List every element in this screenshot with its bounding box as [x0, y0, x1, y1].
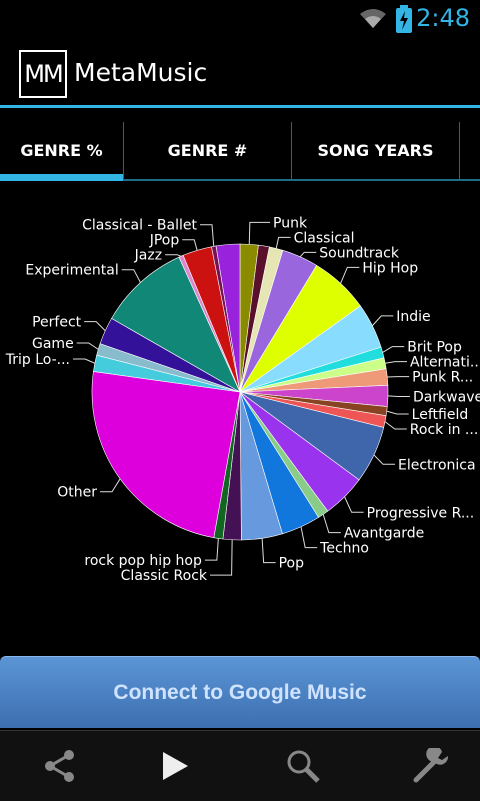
slice-label: Progressive R...	[367, 505, 475, 521]
logo-text: MM	[24, 60, 61, 88]
leader-line	[205, 538, 218, 560]
leader-line	[383, 347, 405, 353]
status-time: 2:48	[416, 4, 470, 32]
slice-label: Hip Hop	[362, 260, 418, 276]
leader-line	[323, 514, 341, 532]
leader-line	[210, 540, 232, 575]
slice-label: Classic Rock	[121, 568, 208, 584]
leader-line	[301, 527, 317, 548]
connect-google-music-button[interactable]: Connect to Google Music	[0, 656, 480, 728]
genre-pie-chart[interactable]: PunkClassicalSoundtrackHip Hop Indie Brit …	[0, 190, 480, 610]
slice-label: Leftfield	[412, 407, 469, 423]
slice-label: Punk	[273, 215, 308, 231]
status-bar: 2:48	[0, 0, 480, 38]
app-logo[interactable]: MM	[19, 50, 67, 98]
tab-genre-percent[interactable]: GENRE %	[0, 122, 123, 179]
slice-label: Brit Pop	[407, 340, 462, 356]
slice-label: Classical	[294, 230, 355, 246]
play-icon	[160, 750, 190, 782]
share-button[interactable]	[0, 731, 120, 801]
slice-label: Electronica	[398, 457, 476, 473]
slice-label: Experimental	[25, 263, 118, 279]
tab-genre-count[interactable]: GENRE #	[124, 122, 291, 179]
leader-line	[385, 422, 407, 429]
slice-label: Rock in ...	[410, 422, 478, 438]
share-icon	[42, 748, 78, 784]
search-icon	[285, 748, 321, 784]
slice-label: Soundtrack	[319, 245, 400, 261]
tab-selected-indicator	[0, 174, 123, 181]
slice-label: JPop	[149, 233, 180, 249]
leader-line	[249, 222, 270, 244]
slice-label: Pop	[279, 556, 305, 572]
slice-label: Trip Lo-...	[5, 352, 70, 368]
leader-line	[182, 240, 197, 251]
play-button[interactable]	[115, 731, 235, 801]
action-bar: MM MetaMusic	[0, 38, 480, 108]
tab-bar: GENRE % GENRE # SONG YEARS	[0, 122, 480, 182]
leader-line	[276, 237, 290, 248]
bottom-action-bar	[0, 730, 480, 801]
slice-label: Avantgarde	[344, 526, 424, 542]
slice-label: Game	[32, 336, 74, 352]
leader-line	[262, 538, 275, 562]
leader-line	[122, 270, 141, 283]
settings-wrench-icon	[412, 748, 452, 784]
slice-label: Punk R...	[412, 370, 473, 386]
slice-label: Darkwave	[413, 390, 480, 406]
slice-label: rock pop hip hop	[84, 553, 202, 569]
slice-label: Classical - Ballet	[82, 218, 197, 234]
leader-line	[387, 411, 409, 414]
leader-line	[385, 362, 407, 364]
pie-slice[interactable]	[92, 371, 240, 537]
leader-line	[345, 497, 364, 513]
tab-label: GENRE #	[168, 141, 248, 160]
slice-label: Techno	[319, 541, 369, 557]
settings-button[interactable]	[372, 731, 480, 801]
leader-line	[341, 267, 360, 283]
leader-line	[84, 322, 105, 331]
slice-label: Indie	[396, 309, 430, 325]
tab-label: SONG YEARS	[318, 141, 434, 160]
slice-label: Jazz	[134, 248, 162, 264]
battery-charging-icon	[396, 5, 412, 33]
leader-line	[300, 252, 316, 256]
slice-label: Alternati...	[410, 355, 480, 371]
leader-line	[388, 396, 410, 397]
action-bar-divider	[0, 105, 480, 108]
slice-label: Perfect	[32, 315, 82, 331]
leader-line	[372, 316, 393, 326]
wifi-icon	[358, 6, 388, 30]
leader-line	[200, 225, 214, 247]
connect-button-label: Connect to Google Music	[113, 681, 366, 705]
leader-line	[73, 359, 95, 363]
leader-line	[374, 455, 395, 464]
leader-line	[77, 343, 99, 349]
app-title: MetaMusic	[74, 58, 207, 87]
tab-song-years[interactable]: SONG YEARS	[292, 122, 459, 179]
tab-label: GENRE %	[20, 141, 102, 160]
slice-label: Other	[57, 485, 97, 501]
leader-line	[100, 479, 120, 492]
tab-divider	[459, 122, 460, 179]
search-button[interactable]	[243, 731, 363, 801]
leader-line	[165, 255, 181, 257]
